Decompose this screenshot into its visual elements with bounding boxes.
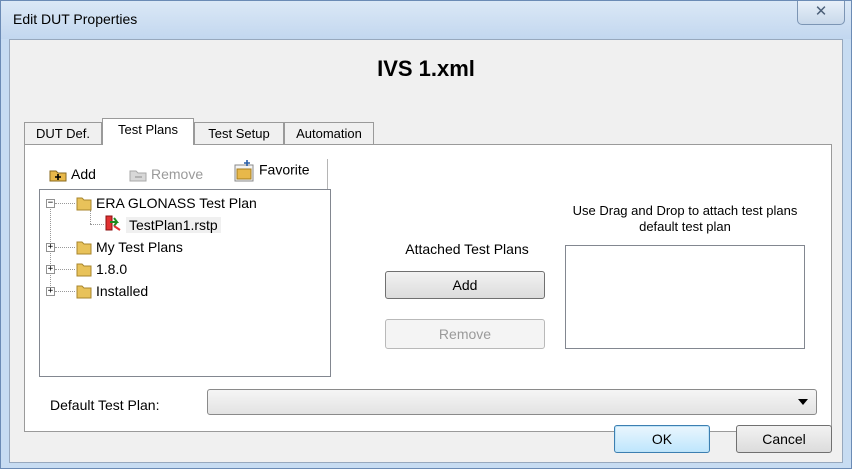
tree-connector [90,224,104,225]
tab-automation[interactable]: Automation [284,122,374,144]
tree-connector [55,269,75,270]
default-test-plan-label: Default Test Plan: [50,397,160,413]
close-icon: ✕ [814,3,828,20]
folder-icon [76,285,92,299]
folder-icon [76,263,92,277]
add-label: Add [71,166,96,182]
chevron-down-icon [798,399,808,405]
default-test-plan-select[interactable] [207,389,817,415]
test-plan-tree[interactable]: − ERA GLONASS Test Plan TestPlan1.rstp + [39,189,331,377]
folder-icon [76,197,92,211]
dut-filename-heading: IVS 1.xml [377,56,475,81]
folder-icon [76,241,92,255]
dialog-client-area: IVS 1.xml DUT Def. Test Plans Test Setup… [9,39,843,463]
tree-item-1-8-0[interactable]: 1.8.0 [96,258,127,280]
ok-button[interactable]: OK [614,425,710,453]
expander-collapse-era-glonass[interactable]: − [46,199,55,208]
attached-test-plans-label: Attached Test Plans [405,241,529,257]
test-plans-panel: Add Remove Favorite − ERA GLONASS Test P… [24,144,832,432]
tree-item-era-glonass[interactable]: ERA GLONASS Test Plan [96,192,257,214]
attach-remove-button[interactable]: Remove [385,319,545,349]
remove-label: Remove [151,166,204,182]
add-folder-icon [49,170,67,182]
toolbar-separator [327,159,328,189]
tab-test-setup[interactable]: Test Setup [194,122,284,144]
tree-item-label: TestPlan1.rstp [126,217,221,233]
close-button[interactable]: ✕ [797,1,845,25]
favorite-icon [234,160,254,182]
attach-add-button[interactable]: Add [385,271,545,299]
tree-connector [90,210,91,224]
tree-connector [55,203,75,204]
remove-test-plan-button[interactable]: Remove [129,164,203,184]
drag-drop-hint: Use Drag and Drop to attach test plans d… [572,203,798,234]
tree-item-my-test-plans[interactable]: My Test Plans [96,236,183,258]
tab-test-plans[interactable]: Test Plans [102,118,194,145]
expander-expand-my-test-plans[interactable]: + [46,243,55,252]
test-plan-file-icon [105,215,121,231]
favorite-button[interactable]: Favorite [233,159,310,182]
tab-dut-def[interactable]: DUT Def. [24,122,102,144]
tree-connector [55,291,75,292]
favorite-label: Favorite [259,161,310,178]
tree-connector [55,247,75,248]
expander-expand-installed[interactable]: + [46,287,55,296]
window-title: Edit DUT Properties [13,11,138,27]
remove-folder-icon [129,170,147,182]
title-bar[interactable]: Edit DUT Properties ✕ [1,1,851,39]
cancel-button[interactable]: Cancel [736,425,832,453]
dialog-window: Edit DUT Properties ✕ IVS 1.xml DUT Def.… [0,0,852,469]
tree-item-installed[interactable]: Installed [96,280,148,302]
attached-plans-drop-list[interactable] [565,245,805,349]
tree-item-testplan1[interactable]: TestPlan1.rstp [126,214,221,236]
add-test-plan-button[interactable]: Add [49,164,96,184]
expander-expand-1-8-0[interactable]: + [46,265,55,274]
